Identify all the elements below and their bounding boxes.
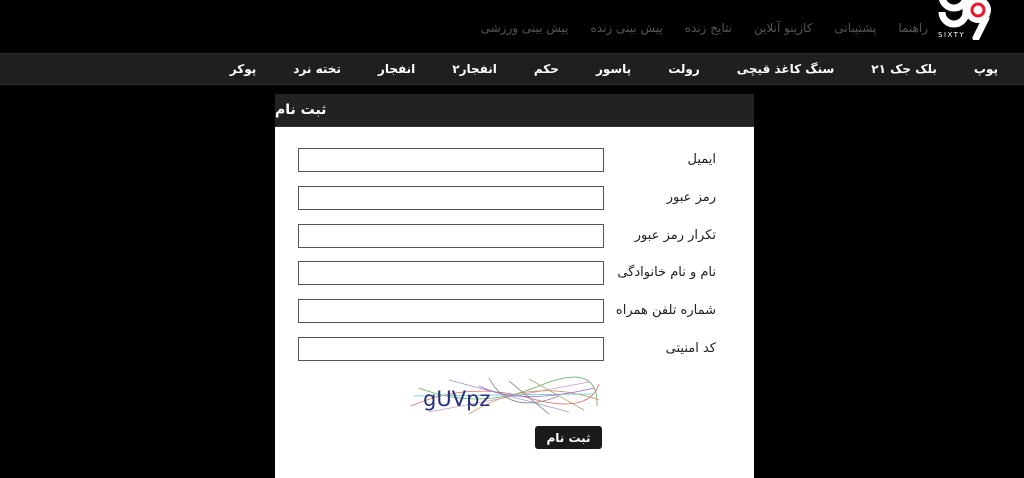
top-link-help[interactable]: راهنما (898, 21, 928, 35)
nav-item-backgammon[interactable]: تخته نرد (293, 62, 341, 76)
password-field[interactable] (298, 186, 604, 210)
top-link-online-casino[interactable]: کازینو آنلاین (754, 21, 812, 35)
security-code-label: کد امنیتی (665, 341, 716, 356)
nav-item-crash-2[interactable]: انفجار۲ (452, 62, 497, 76)
site-logo[interactable]: SIXTY (932, 0, 1002, 40)
panel-title: ثبت نام (275, 94, 754, 127)
security-code-row: کد امنیتی (275, 337, 754, 363)
top-link-support[interactable]: پشتیبانی (834, 21, 876, 35)
logo-text: SIXTY (938, 31, 965, 39)
full-name-row: نام و نام خانوادگی (275, 261, 754, 287)
captcha-image: gUVpz (409, 376, 601, 416)
confirm-password-row: تکرار رمز عبور (275, 224, 754, 250)
nav-item-blackjack[interactable]: بلک جک ۲۱ (871, 62, 937, 76)
top-link-live-prediction[interactable]: پیش بینی زنده (591, 21, 663, 35)
top-header: پیش بینی ورزشی پیش بینی زنده نتایج زنده … (0, 0, 1024, 52)
main-nav: پوکر تخته نرد انفجار انفجار۲ حکم پاسور ر… (0, 53, 1024, 85)
registration-panel: ثبت نام ایمیل رمز عبور تکرار رمز عبور نا… (275, 94, 754, 478)
email-row: ایمیل (275, 148, 754, 174)
phone-field[interactable] (298, 299, 604, 323)
email-field[interactable] (298, 148, 604, 172)
phone-label: شماره تلفن همراه (615, 303, 716, 318)
nav-item-pasur[interactable]: پاسور (596, 62, 631, 76)
full-name-label: نام و نام خانوادگی (617, 265, 716, 280)
email-label: ایمیل (687, 152, 716, 167)
nav-item-roulette[interactable]: رولت (668, 62, 700, 76)
top-links: پیش بینی ورزشی پیش بینی زنده نتایج زنده … (481, 21, 928, 35)
nav-item-crash[interactable]: انفجار (378, 62, 415, 76)
captcha-text: gUVpz (423, 387, 490, 411)
nav-item-poker[interactable]: پوکر (230, 62, 256, 76)
full-name-field[interactable] (298, 261, 604, 285)
nav-item-rock-paper-scissors[interactable]: سنگ کاغذ قیچی (737, 62, 835, 76)
password-row: رمز عبور (275, 186, 754, 212)
top-link-live-results[interactable]: نتایج زنده (685, 21, 732, 35)
password-label: رمز عبور (666, 190, 716, 205)
register-button[interactable]: ثبت نام (535, 426, 602, 449)
confirm-password-field[interactable] (298, 224, 604, 248)
nav-item-pop[interactable]: پوپ (974, 62, 998, 76)
security-code-field[interactable] (298, 337, 604, 361)
confirm-password-label: تکرار رمز عبور (634, 228, 716, 243)
nav-item-hokm[interactable]: حکم (534, 62, 559, 76)
phone-row: شماره تلفن همراه (275, 299, 754, 325)
top-link-sports-prediction[interactable]: پیش بینی ورزشی (481, 21, 569, 35)
